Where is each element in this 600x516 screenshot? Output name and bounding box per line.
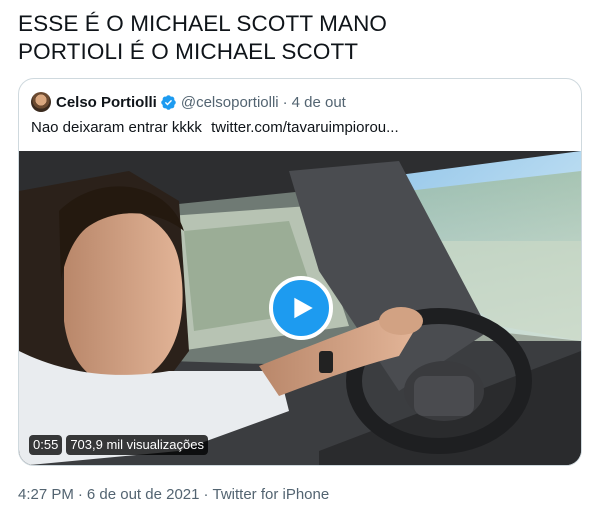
quoted-tweet-body: Nao deixaram entrar kkkk	[31, 119, 202, 136]
tweet-meta: 4:27 PM · 6 de out de 2021 · Twitter for iPh…	[18, 486, 329, 503]
tweet-text-line-1: ESSE É O MICHAEL SCOTT MANO	[18, 11, 388, 36]
play-icon	[294, 297, 313, 319]
quoted-tweet-text: Nao deixaram entrar kkkk twitter.com/tav…	[31, 119, 399, 136]
video-duration: 0:55	[29, 435, 63, 455]
tweet-text: ESSE É O MICHAEL SCOTT MANO PORTIOLI É O…	[18, 10, 578, 66]
separator-dot: ·	[77, 486, 83, 503]
quoted-tweet-card[interactable]: Celso Portiolli @celsoportiolli · 4 de o…	[18, 78, 582, 466]
verified-badge-icon	[161, 94, 176, 110]
separator-dot: ·	[203, 486, 209, 503]
separator-dot: ·	[282, 93, 288, 111]
avatar[interactable]	[31, 92, 51, 112]
video-meta: 0:55 703,9 mil visualizações	[29, 435, 208, 455]
quoted-tweet-date[interactable]: 4 de out	[292, 94, 346, 111]
tweet-date[interactable]: 6 de out de 2021	[87, 486, 200, 503]
tweet-time[interactable]: 4:27 PM	[18, 486, 74, 503]
quoted-tweet-header: Celso Portiolli @celsoportiolli · 4 de o…	[31, 91, 346, 113]
author-name[interactable]: Celso Portiolli	[56, 94, 157, 111]
quoted-tweet-link[interactable]: twitter.com/tavaruimpiorou...	[211, 119, 399, 136]
tweet-text-line-2: PORTIOLI É O MICHAEL SCOTT	[18, 39, 359, 64]
author-handle[interactable]: @celsoportiolli	[181, 94, 279, 111]
video-views: 703,9 mil visualizações	[66, 435, 208, 455]
video-player[interactable]: 0:55 703,9 mil visualizações	[19, 151, 581, 465]
tweet-source[interactable]: Twitter for iPhone	[212, 486, 329, 503]
play-button[interactable]	[269, 276, 333, 340]
